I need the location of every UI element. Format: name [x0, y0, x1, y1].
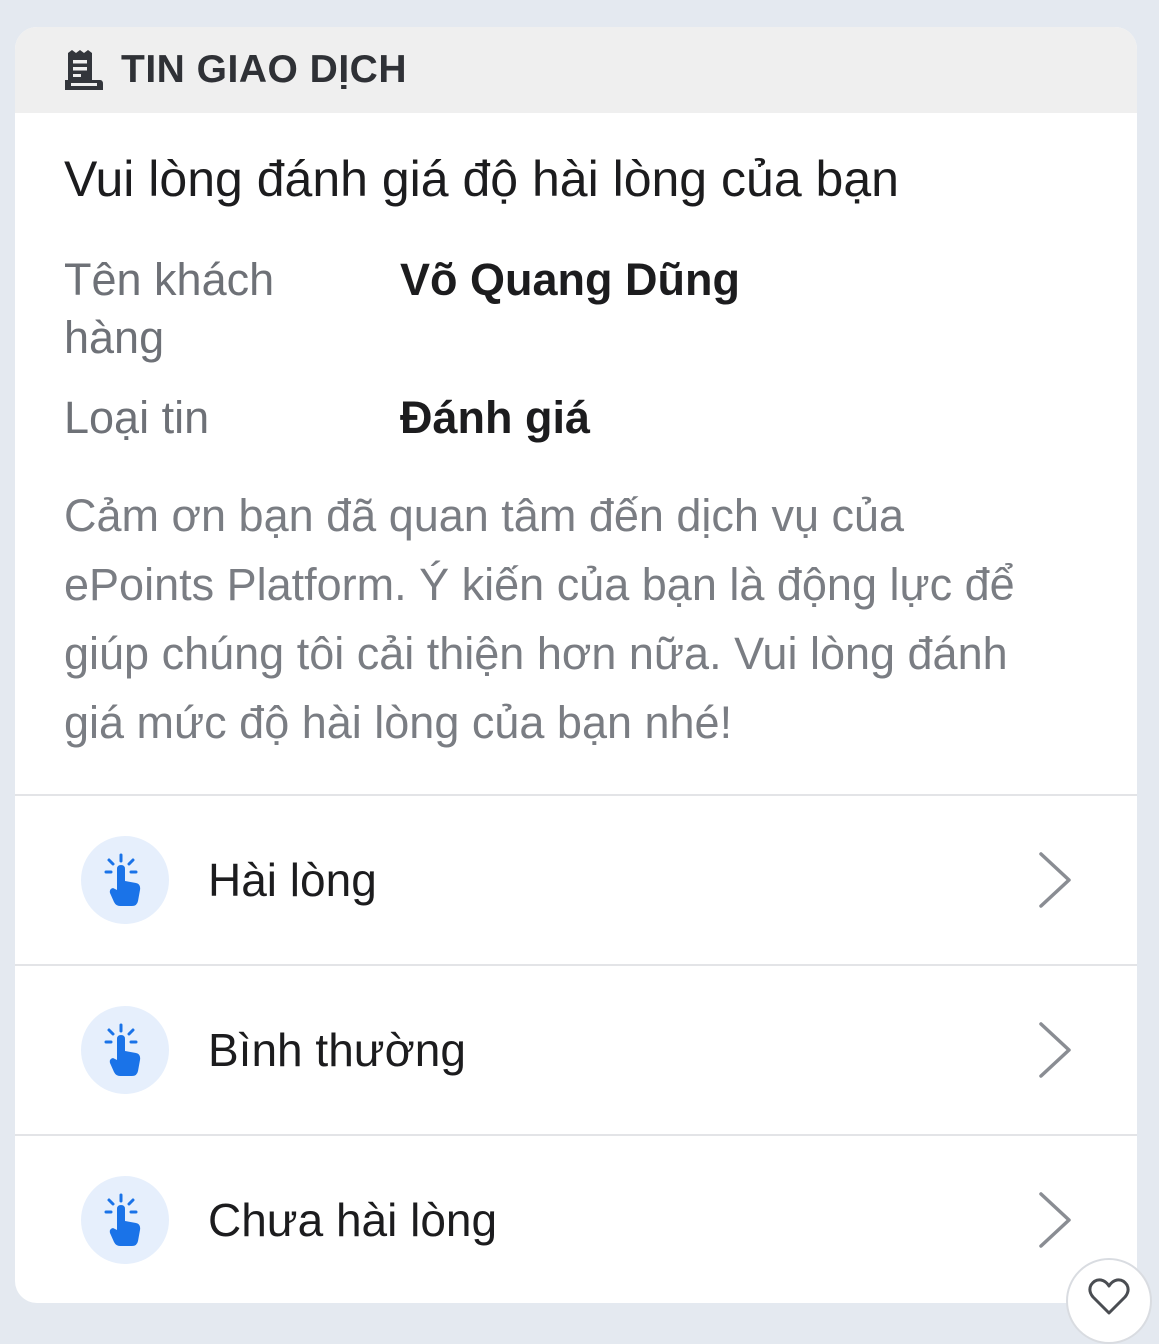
option-label: Chưa hài lòng	[208, 1194, 498, 1246]
transaction-message-card: TIN GIAO DỊCH Vui lòng đánh giá độ hài l…	[15, 27, 1137, 1303]
message-body: Vui lòng đánh giá độ hài lòng của bạn Tê…	[15, 113, 1137, 757]
chevron-right-icon	[1033, 850, 1077, 910]
message-type-row: Loại tin Đánh giá	[64, 389, 1088, 447]
message-description: Cảm ơn bạn đã quan tâm đến dịch vụ của e…	[64, 490, 1015, 748]
reaction-heart-button[interactable]	[1066, 1258, 1152, 1344]
header-title: TIN GIAO DỊCH	[121, 48, 407, 91]
tap-hand-icon	[81, 1176, 169, 1264]
customer-name-value: Võ Quang Dũng	[400, 254, 740, 305]
message-type-label: Loại tin	[64, 392, 210, 443]
customer-name-row: Tên khách hàng Võ Quang Dũng	[64, 251, 1088, 367]
heart-icon	[1087, 1278, 1131, 1321]
rating-options: Hài lòng Bình thường Chưa hài lòng	[15, 794, 1137, 1303]
tap-hand-icon	[81, 1006, 169, 1094]
option-label: Bình thường	[208, 1024, 466, 1076]
chevron-right-icon	[1033, 1020, 1077, 1080]
option-unsatisfied[interactable]: Chưa hài lòng	[15, 1134, 1137, 1303]
option-satisfied[interactable]: Hài lòng	[15, 794, 1137, 964]
message-title: Vui lòng đánh giá độ hài lòng của bạn	[64, 151, 899, 207]
message-type-value: Đánh giá	[400, 392, 591, 443]
option-label: Hài lòng	[208, 854, 377, 906]
tap-hand-icon	[81, 836, 169, 924]
card-header: TIN GIAO DỊCH	[15, 27, 1137, 113]
chevron-right-icon	[1033, 1190, 1077, 1250]
receipt-icon	[65, 50, 103, 90]
option-neutral[interactable]: Bình thường	[15, 964, 1137, 1134]
customer-name-label: Tên khách hàng	[64, 254, 275, 363]
